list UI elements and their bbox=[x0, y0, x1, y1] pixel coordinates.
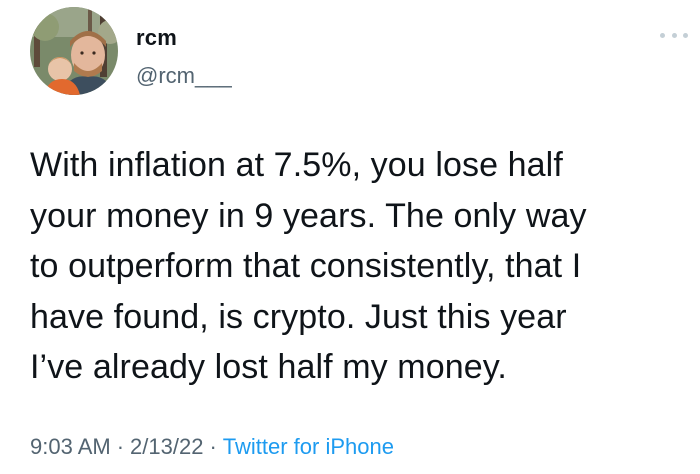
dot-icon bbox=[660, 32, 665, 38]
more-options-icon[interactable] bbox=[660, 26, 688, 44]
dot-icon bbox=[683, 32, 688, 38]
tweet-date[interactable]: 2/13/22 bbox=[130, 434, 203, 459]
dot-icon bbox=[671, 32, 677, 38]
author-handle[interactable]: @rcm___ bbox=[136, 62, 232, 90]
tweet-card: rcm @rcm___ With inflation at 7.5%, you … bbox=[0, 0, 700, 474]
tweet-text: With inflation at 7.5%, you lose half yo… bbox=[30, 140, 680, 393]
tweet-source-link[interactable]: Twitter for iPhone bbox=[223, 434, 394, 459]
tweet-meta: 9:03 AM · 2/13/22 · Twitter for iPhone bbox=[30, 432, 394, 462]
tweet-time[interactable]: 9:03 AM bbox=[30, 434, 111, 459]
author-name[interactable]: rcm bbox=[136, 24, 177, 52]
tweet-line: I’ve already lost half my money. bbox=[30, 348, 507, 386]
avatar[interactable] bbox=[30, 7, 118, 95]
meta-separator: · bbox=[116, 434, 125, 459]
tweet-line: have found, is crypto. Just this year bbox=[30, 297, 567, 336]
tweet-line: With inflation at 7.5%, you lose half bbox=[30, 146, 563, 184]
tweet-line: to outperform that consistently, that I bbox=[30, 247, 582, 285]
tweet-line: your money in 9 years. The only way bbox=[30, 196, 587, 235]
meta-separator: · bbox=[209, 434, 217, 459]
